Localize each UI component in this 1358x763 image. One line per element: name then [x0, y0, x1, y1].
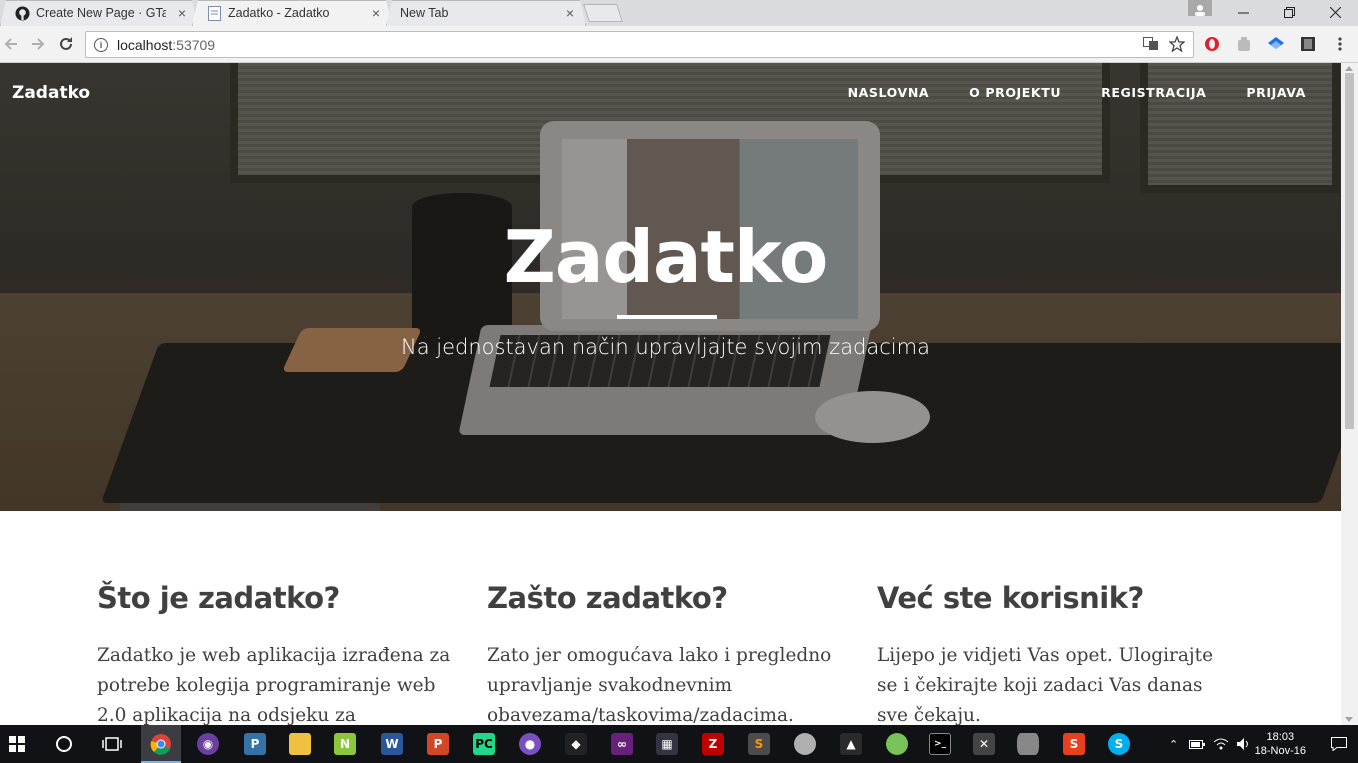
battery-icon[interactable]	[1185, 739, 1209, 749]
column-what: Što je zadatko? Zadatko je web aplikacij…	[97, 581, 487, 725]
opera-icon[interactable]	[1202, 34, 1222, 54]
column-heading: Zašto zadatko?	[487, 581, 728, 615]
tab-zadatko[interactable]: Zadatko - Zadatko ×	[192, 0, 392, 26]
column-text: Lijepo je vidjeti Vas opet. Ulogirajte s…	[877, 645, 1214, 725]
vpn-icon[interactable]: ▲	[836, 729, 866, 759]
nav-registracija[interactable]: REGISTRACIJA	[1101, 85, 1206, 100]
column-why: Zašto zadatko? Zato jer omogućava lako i…	[487, 581, 877, 725]
browser-tab-strip: Create New Page · GTade × Zadatko - Zada…	[0, 0, 1358, 26]
hero-title: Zadatko	[503, 215, 829, 299]
url-host: localhost	[117, 36, 173, 53]
clock[interactable]: 18:03 18-Nov-16	[1255, 730, 1306, 758]
minimize-icon[interactable]	[1220, 0, 1266, 24]
wifi-icon[interactable]	[1209, 738, 1233, 750]
forward-icon[interactable]	[27, 33, 49, 55]
word-icon[interactable]: W	[377, 729, 407, 759]
eclipse-icon[interactable]: ●	[515, 729, 545, 759]
address-bar[interactable]: i localhost:53709	[85, 31, 1194, 58]
sublime-icon[interactable]: S	[744, 729, 774, 759]
tab-title: New Tab	[400, 6, 449, 20]
page-scrollbar[interactable]	[1341, 63, 1358, 725]
search-cortana-icon[interactable]	[49, 729, 79, 759]
skype-icon[interactable]: S	[1104, 729, 1134, 759]
hero-subtitle: Na jednostavan način upravljajte svojim …	[401, 335, 930, 359]
restore-icon[interactable]	[1266, 0, 1312, 24]
tab-title: Zadatko - Zadatko	[228, 6, 330, 20]
file-explorer-icon[interactable]	[285, 729, 315, 759]
layers-extension-icon[interactable]	[1266, 34, 1286, 54]
page-viewport: Zadatko NASLOVNA O PROJEKTU REGISTRACIJA…	[0, 63, 1341, 725]
tab-new-tab[interactable]: New Tab ×	[386, 0, 586, 26]
column-text: Zadatko je web aplikacija izrađena za po…	[97, 645, 451, 725]
new-tab-button[interactable]	[583, 4, 623, 22]
info-icon[interactable]: i	[94, 37, 108, 52]
scroll-up-icon[interactable]	[1345, 66, 1353, 71]
close-icon[interactable]: ×	[178, 5, 186, 21]
close-icon[interactable]: ×	[372, 5, 380, 21]
close-window-icon[interactable]	[1312, 0, 1358, 24]
notepad-plus-icon[interactable]: N	[330, 729, 360, 759]
video-editor-icon[interactable]: ▦	[652, 729, 682, 759]
database-icon[interactable]	[1013, 729, 1043, 759]
hero-section: Zadatko NASLOVNA O PROJEKTU REGISTRACIJA…	[0, 63, 1341, 511]
windows-taskbar: ◉ P N W P PC ● ◆ ∞ ▦ Z S ▲ >_ ✕ S S ⌃ 18…	[0, 725, 1358, 763]
powerpoint-icon[interactable]: P	[423, 729, 453, 759]
bookmark-star-icon[interactable]	[1168, 35, 1186, 55]
tab-title: Create New Page · GTade	[36, 6, 166, 20]
close-icon[interactable]: ×	[566, 5, 574, 21]
tor-icon[interactable]: ◉	[193, 729, 223, 759]
translate-icon[interactable]	[1143, 37, 1159, 54]
window-controls	[1220, 0, 1358, 26]
windows-start-icon[interactable]	[2, 729, 32, 759]
main-nav: NASLOVNA O PROJEKTU REGISTRACIJA PRIJAVA	[848, 85, 1306, 100]
url-port: :53709	[172, 36, 216, 53]
reload-icon[interactable]	[55, 33, 77, 55]
system-tray: ⌃ 18:03 18-Nov-16	[1163, 725, 1358, 763]
menu-icon[interactable]	[1330, 34, 1350, 54]
notifications-icon[interactable]	[1320, 737, 1358, 751]
column-heading: Već ste korisnik?	[877, 581, 1144, 615]
tools-icon[interactable]: ✕	[969, 729, 999, 759]
filezilla-icon[interactable]: Z	[698, 729, 728, 759]
column-heading: Što je zadatko?	[97, 581, 340, 615]
unity-icon[interactable]: ◆	[561, 729, 591, 759]
android-studio-icon[interactable]	[882, 729, 912, 759]
film-extension-icon[interactable]	[1298, 34, 1318, 54]
github-icon	[14, 5, 30, 21]
s-app-icon[interactable]: S	[1059, 729, 1089, 759]
cmd-icon[interactable]: >_	[925, 729, 955, 759]
site-brand[interactable]: Zadatko	[12, 83, 90, 103]
scroll-down-icon[interactable]	[1345, 717, 1353, 722]
nav-prijava[interactable]: PRIJAVA	[1246, 85, 1306, 100]
info-columns: Što je zadatko? Zadatko je web aplikacij…	[97, 581, 1277, 725]
nav-naslovna[interactable]: NASLOVNA	[848, 85, 930, 100]
visual-studio-icon[interactable]: ∞	[607, 729, 637, 759]
task-view-icon[interactable]	[97, 729, 127, 759]
extension-icon[interactable]	[1234, 34, 1254, 54]
page-icon	[206, 5, 222, 21]
column-text: Zato jer omogućava lako i pregledno upra…	[487, 645, 832, 725]
pycharm-icon[interactable]: PC	[469, 729, 499, 759]
nav-o-projektu[interactable]: O PROJEKTU	[969, 85, 1061, 100]
back-icon[interactable]	[0, 33, 22, 55]
column-returning-user: Već ste korisnik? Lijepo je vidjeti Vas …	[877, 581, 1267, 725]
hero-divider	[617, 315, 717, 319]
python-icon[interactable]: P	[240, 729, 270, 759]
tab-github[interactable]: Create New Page · GTade ×	[0, 0, 198, 26]
profile-icon[interactable]	[1188, 0, 1212, 16]
browser-toolbar: i localhost:53709	[0, 26, 1358, 63]
paint-icon[interactable]	[790, 729, 820, 759]
chevron-up-icon[interactable]: ⌃	[1163, 738, 1185, 751]
chrome-icon[interactable]	[146, 729, 176, 759]
clock-time: 18:03	[1266, 731, 1295, 743]
volume-icon[interactable]	[1233, 738, 1255, 750]
scrollbar-thumb[interactable]	[1345, 73, 1354, 429]
clock-date: 18-Nov-16	[1254, 745, 1306, 757]
